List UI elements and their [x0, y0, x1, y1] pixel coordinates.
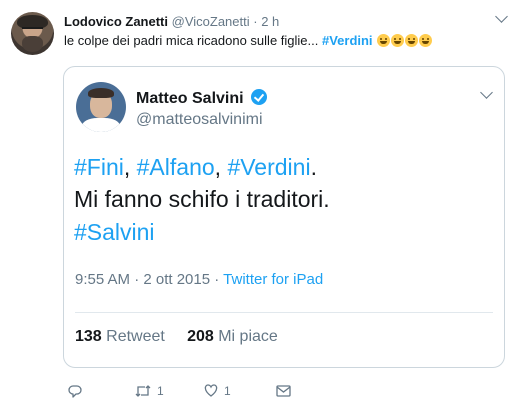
- quoted-author-handle[interactable]: @matteosalvinimi: [136, 111, 263, 129]
- chevron-down-icon[interactable]: [495, 10, 508, 23]
- like-action-count: 1: [224, 383, 231, 398]
- retweet-icon: [135, 384, 151, 397]
- tweet-time[interactable]: 2 h: [261, 14, 279, 29]
- verified-badge-icon: [251, 89, 267, 105]
- reply-icon: [68, 385, 82, 398]
- hashtag-link[interactable]: #Salvini: [74, 219, 155, 245]
- retweet-count: 138: [75, 328, 102, 345]
- quoted-text-line-3: #Salvini: [74, 217, 155, 247]
- author-name[interactable]: Lodovico Zanetti: [64, 14, 168, 29]
- period: .: [310, 154, 317, 180]
- tweet-text-body: le colpe dei padri mica ricadono sulle f…: [64, 33, 322, 48]
- quoted-text-line-2: Mi fanno schifo i traditori.: [74, 186, 330, 212]
- retweet-stat[interactable]: 138 Retweet: [75, 328, 165, 345]
- source-link[interactable]: Twitter for iPad: [223, 271, 323, 288]
- engagement-stats: 138 Retweet 208 Mi piace: [75, 328, 278, 346]
- laughing-emoji: [405, 34, 419, 47]
- separator: ,: [123, 154, 137, 180]
- tweet-text: le colpe dei padri mica ricadono sulle f…: [64, 33, 433, 48]
- retweet-button[interactable]: 1: [135, 382, 164, 398]
- retweet-action-count: 1: [157, 383, 164, 398]
- envelope-icon: [276, 385, 291, 397]
- author-handle[interactable]: @VicoZanetti: [172, 14, 250, 29]
- direct-message-button[interactable]: [276, 382, 291, 398]
- laughing-emoji: [419, 34, 433, 47]
- divider: [75, 312, 493, 313]
- quoted-text-line-1: #Fini, #Alfano, #Verdini.: [74, 152, 317, 182]
- timestamp-text[interactable]: 9:55 AM · 2 ott 2015 ·: [75, 271, 223, 288]
- tweet-header: Lodovico Zanetti @VicoZanetti · 2 h: [64, 14, 279, 29]
- hashtag-link[interactable]: #Verdini: [322, 33, 373, 48]
- laughing-emoji: [391, 34, 405, 47]
- laughing-emoji: [377, 34, 391, 47]
- hashtag-link[interactable]: #Fini: [74, 154, 124, 180]
- like-count: 208: [187, 328, 214, 345]
- time-separator: ·: [253, 14, 258, 29]
- like-button[interactable]: 1: [204, 382, 231, 398]
- retweet-label: Retweet: [101, 328, 165, 345]
- author-avatar[interactable]: [11, 12, 54, 55]
- like-stat[interactable]: 208 Mi piace: [187, 328, 278, 345]
- reply-button[interactable]: [68, 382, 82, 398]
- hashtag-link[interactable]: #Verdini: [227, 154, 310, 180]
- hashtag-link[interactable]: #Alfano: [137, 154, 215, 180]
- quoted-author-name[interactable]: Matteo Salvini: [136, 90, 244, 108]
- separator: ,: [214, 154, 228, 180]
- quoted-author-avatar[interactable]: [76, 82, 126, 132]
- heart-icon: [204, 384, 218, 398]
- quoted-timestamp: 9:55 AM · 2 ott 2015 · Twitter for iPad: [75, 271, 323, 288]
- like-label: Mi piace: [213, 328, 278, 345]
